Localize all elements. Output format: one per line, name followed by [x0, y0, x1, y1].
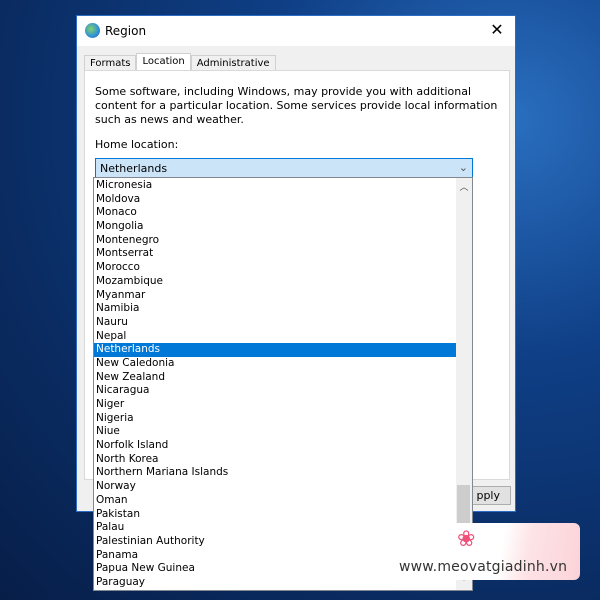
- list-item[interactable]: Niger: [94, 398, 456, 412]
- list-item[interactable]: Norway: [94, 480, 456, 494]
- list-item[interactable]: Niue: [94, 425, 456, 439]
- globe-icon: [85, 23, 100, 38]
- list-item[interactable]: Netherlands: [94, 343, 456, 357]
- list-item[interactable]: New Zealand: [94, 371, 456, 385]
- list-item[interactable]: Micronesia: [94, 179, 456, 193]
- tab-location[interactable]: Location: [136, 53, 191, 71]
- list-item[interactable]: Montenegro: [94, 234, 456, 248]
- list-item[interactable]: Nauru: [94, 316, 456, 330]
- list-item[interactable]: Oman: [94, 494, 456, 508]
- list-item[interactable]: North Korea: [94, 453, 456, 467]
- list-item[interactable]: Mozambique: [94, 275, 456, 289]
- list-item[interactable]: Myanmar: [94, 289, 456, 303]
- chevron-up-icon[interactable]: ︿: [456, 180, 472, 193]
- list-item[interactable]: Norfolk Island: [94, 439, 456, 453]
- list-item[interactable]: Palestinian Authority: [94, 535, 456, 549]
- lotus-logo-icon: ❀: [457, 527, 476, 552]
- list-item[interactable]: Montserrat: [94, 247, 456, 261]
- description-text: Some software, including Windows, may pr…: [95, 85, 498, 126]
- close-icon[interactable]: ✕: [487, 20, 507, 39]
- list-item[interactable]: Nicaragua: [94, 384, 456, 398]
- list-item[interactable]: Northern Mariana Islands: [94, 466, 456, 480]
- list-items: Micronesia Moldova Monaco Mongolia Montenegr…: [94, 179, 456, 590]
- tab-bar: Formats Location Administrative: [84, 53, 276, 71]
- title-bar: Region ✕: [77, 16, 515, 46]
- list-item[interactable]: Palau: [94, 521, 456, 535]
- list-item[interactable]: Monaco: [94, 206, 456, 220]
- tab-administrative[interactable]: Administrative: [190, 55, 276, 71]
- list-item[interactable]: Nigeria: [94, 412, 456, 426]
- list-item[interactable]: Namibia: [94, 302, 456, 316]
- list-item[interactable]: Nepal: [94, 330, 456, 344]
- chevron-down-icon: ⌄: [458, 161, 468, 174]
- watermark: ❀ www.meovatgiadinh.vn: [399, 523, 580, 580]
- dropdown-value: Netherlands: [100, 162, 168, 175]
- window-title: Region: [105, 24, 147, 38]
- list-item[interactable]: Pakistan: [94, 508, 456, 522]
- list-item[interactable]: Morocco: [94, 261, 456, 275]
- tab-formats[interactable]: Formats: [84, 55, 137, 71]
- list-item[interactable]: New Caledonia: [94, 357, 456, 371]
- list-item[interactable]: Mongolia: [94, 220, 456, 234]
- list-item[interactable]: Paraguay: [94, 576, 456, 590]
- list-item[interactable]: Moldova: [94, 193, 456, 207]
- home-location-label: Home location:: [95, 138, 179, 151]
- watermark-text: www.meovatgiadinh.vn: [399, 559, 568, 575]
